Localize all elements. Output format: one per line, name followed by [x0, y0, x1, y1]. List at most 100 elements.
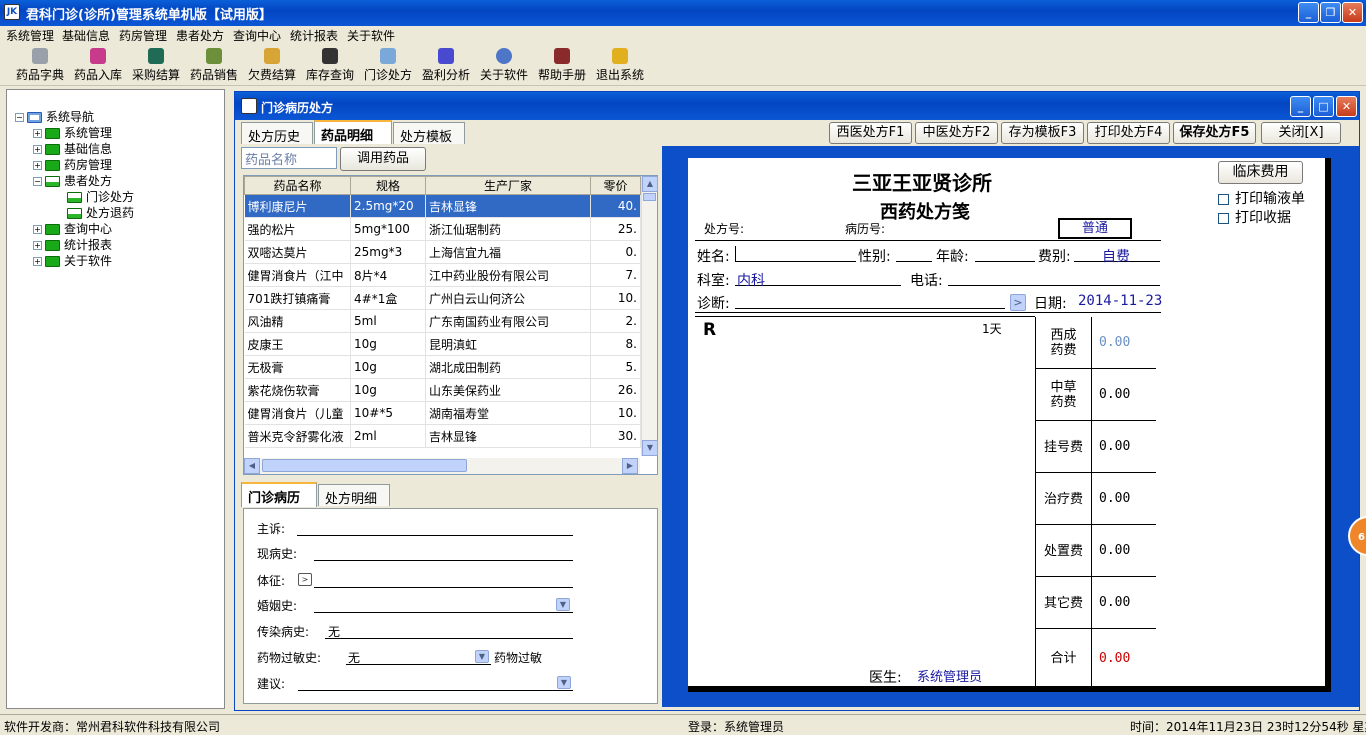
table-row[interactable]: 强的松片 5mg*100 浙江仙琚制药 25. [244, 217, 641, 241]
save-rx-button[interactable]: 保存处方F5 [1173, 122, 1256, 144]
chevron-down-icon[interactable]: ▼ [556, 598, 570, 611]
allergy-select[interactable] [346, 649, 491, 665]
table-row[interactable]: 701跌打镇痛膏 4#*1盒 广州白云山何济公 10. [244, 286, 641, 310]
tree-item-refund[interactable]: 处方退药 [67, 204, 134, 221]
tb-inventory-button[interactable]: 库存查询 [304, 48, 356, 83]
close-icon[interactable]: ✕ [1336, 96, 1357, 117]
table-row[interactable]: 普米克令舒雾化液 2ml 吉林显锋 30. [244, 424, 641, 448]
tree-item-patient[interactable]: − 患者处方 [33, 172, 112, 189]
print-receipt-checkbox[interactable]: 打印收据 [1218, 207, 1291, 227]
collapse-icon[interactable]: − [15, 113, 24, 122]
checkbox-icon[interactable] [1218, 193, 1229, 205]
present-history-field[interactable] [314, 545, 573, 561]
phone-field[interactable] [948, 270, 1160, 286]
expand-icon[interactable]: + [33, 257, 42, 266]
tree-item-basic[interactable]: + 基础信息 [33, 140, 112, 157]
menu-about[interactable]: 关于软件 [347, 27, 395, 44]
tb-arrears-button[interactable]: 欠费结算 [246, 48, 298, 83]
minimize-icon[interactable]: _ [1290, 96, 1311, 117]
table-row[interactable]: 健胃消食片（江中 8片*4 江中药业股份有限公司 7. [244, 263, 641, 287]
tb-profit-button[interactable]: 盈利分析 [420, 48, 472, 83]
diagnosis-picker-icon[interactable]: > [1010, 294, 1026, 311]
tree-item-pharmacy[interactable]: + 药房管理 [33, 156, 112, 173]
tb-about-button[interactable]: 关于软件 [478, 48, 530, 83]
menu-system[interactable]: 系统管理 [6, 27, 54, 44]
scroll-left-icon[interactable]: ◀ [244, 458, 260, 474]
table-row[interactable]: 双嘧达莫片 25mg*3 上海信宜九福 0. [244, 240, 641, 264]
advice-select[interactable] [298, 675, 573, 691]
infectious-field[interactable] [325, 623, 573, 639]
close-icon[interactable]: ✕ [1342, 2, 1363, 23]
minimize-icon[interactable]: _ [1298, 2, 1319, 23]
use-drug-button[interactable]: 调用药品 [340, 147, 426, 171]
tab-rx-template[interactable]: 处方模板 [393, 122, 465, 145]
restore-icon[interactable]: ❐ [1320, 2, 1341, 23]
chevron-down-icon[interactable]: ▼ [557, 676, 571, 689]
tab-drug-detail[interactable]: 药品明细 [314, 120, 392, 144]
menu-pharmacy[interactable]: 药房管理 [119, 27, 167, 44]
tab-medical-record[interactable]: 门诊病历 [241, 482, 317, 507]
table-row[interactable]: 皮康王 10g 昆明滇虹 8. [244, 332, 641, 356]
print-rx-button[interactable]: 打印处方F4 [1087, 122, 1170, 144]
drug-name-input[interactable]: 药品名称 [241, 147, 337, 169]
close-button[interactable]: 关闭[X] [1261, 122, 1341, 144]
tb-outpatient-rx-button[interactable]: 门诊处方 [362, 48, 414, 83]
col-price[interactable]: 零价 [590, 176, 641, 195]
menu-basic-info[interactable]: 基础信息 [62, 27, 110, 44]
expand-icon[interactable]: + [33, 129, 42, 138]
table-row[interactable]: 风油精 5ml 广东南国药业有限公司 2. [244, 309, 641, 333]
col-spec[interactable]: 规格 [350, 176, 426, 195]
tab-rx-history[interactable]: 处方历史 [241, 122, 313, 145]
tree-item-query[interactable]: + 查询中心 [33, 220, 112, 237]
tb-drug-dict-button[interactable]: 药品字典 [14, 48, 66, 83]
expand-icon[interactable]: + [33, 241, 42, 250]
signs-field[interactable] [314, 572, 573, 588]
expand-icon[interactable]: + [33, 225, 42, 234]
expand-icon[interactable]: + [33, 161, 42, 170]
scroll-up-icon[interactable]: ▲ [642, 176, 658, 192]
chinese-rx-button[interactable]: 中医处方F2 [915, 122, 998, 144]
tree-item-system[interactable]: + 系统管理 [33, 124, 112, 141]
menu-query[interactable]: 查询中心 [233, 27, 281, 44]
expand-icon[interactable]: + [33, 145, 42, 154]
tree-item-about[interactable]: + 关于软件 [33, 252, 112, 269]
menu-reports[interactable]: 统计报表 [290, 27, 338, 44]
tree-root[interactable]: − 系统导航 [15, 108, 94, 125]
scroll-right-icon[interactable]: ▶ [622, 458, 638, 474]
print-infusion-checkbox[interactable]: 打印输液单 [1218, 188, 1305, 208]
menu-patient-rx[interactable]: 患者处方 [176, 27, 224, 44]
scroll-thumb[interactable] [262, 459, 467, 472]
maximize-icon[interactable]: □ [1313, 96, 1334, 117]
tree-item-reports[interactable]: + 统计报表 [33, 236, 112, 253]
tree-item-outpatient-rx[interactable]: 门诊处方 [67, 188, 134, 205]
diagnosis-field[interactable] [735, 293, 1005, 309]
table-row[interactable]: 紫花烧伤软膏 10g 山东美保药业 26. [244, 378, 641, 402]
patient-name-field[interactable] [735, 246, 856, 262]
tb-sales-button[interactable]: 药品销售 [188, 48, 240, 83]
tb-help-button[interactable]: 帮助手册 [536, 48, 588, 83]
grid-vertical-scrollbar[interactable]: ▲ ▼ [641, 176, 658, 456]
complaint-field[interactable] [297, 520, 573, 536]
scroll-down-icon[interactable]: ▼ [642, 440, 658, 456]
western-rx-button[interactable]: 西医处方F1 [829, 122, 912, 144]
chevron-down-icon[interactable]: ▼ [475, 650, 489, 663]
table-row[interactable]: 无极膏 10g 湖北成田制药 5. [244, 355, 641, 379]
collapse-icon[interactable]: − [33, 177, 42, 186]
grid-horizontal-scrollbar[interactable]: ◀ ▶ [244, 458, 640, 474]
table-row[interactable]: 健胃消食片（儿童 10#*5 湖南福寿堂 10. [244, 401, 641, 425]
gender-field[interactable] [896, 246, 932, 262]
tab-rx-detail[interactable]: 处方明细 [318, 484, 390, 507]
signs-picker-icon[interactable]: > [298, 573, 312, 586]
col-drug-name[interactable]: 药品名称 [244, 176, 351, 195]
rx-type-box[interactable]: 普通 [1058, 218, 1132, 239]
marital-select[interactable] [314, 597, 573, 613]
table-row[interactable]: 博利康尼片 2.5mg*20 吉林显锋 40. [244, 194, 641, 218]
tb-stock-in-button[interactable]: 药品入库 [72, 48, 124, 83]
tb-purchase-button[interactable]: 采购结算 [130, 48, 182, 83]
age-field[interactable] [975, 246, 1035, 262]
tb-exit-button[interactable]: 退出系统 [594, 48, 646, 83]
scroll-thumb[interactable] [643, 193, 656, 201]
save-template-button[interactable]: 存为模板F3 [1001, 122, 1084, 144]
col-manufacturer[interactable]: 生产厂家 [425, 176, 591, 195]
checkbox-icon[interactable] [1218, 212, 1229, 224]
